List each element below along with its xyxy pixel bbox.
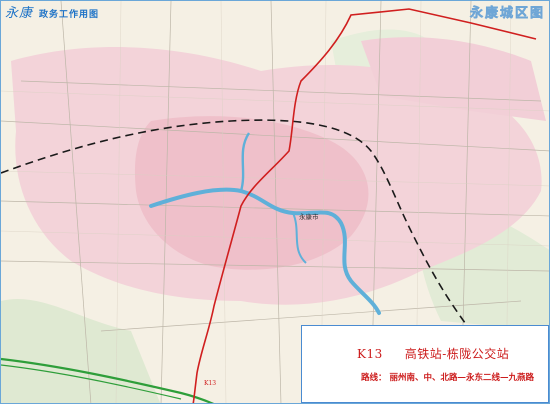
map-canvas[interactable]: 永康市 K13 永康 政务工作用图 永康城区图 K13 高铁站-栋陇公交站 路线：… (0, 0, 550, 404)
route-code: K13 (357, 347, 383, 361)
map-label-route-marker: K13 (204, 380, 217, 387)
route-path: 路线： 丽州南、中、北路—永东二线—九燕路 (361, 371, 534, 383)
map-label-center: 永康市 (299, 213, 319, 221)
route-heading: K13 高铁站-栋陇公交站 (357, 345, 509, 362)
map-subtitle: 政务工作用图 (39, 10, 100, 20)
route-path-value: 丽州南、中、北路—永东二线—九燕路 (389, 373, 534, 383)
route-info-box: K13 高铁站-栋陇公交站 路线： 丽州南、中、北路—永东二线—九燕路 (301, 325, 549, 403)
route-path-label: 路线： (361, 373, 387, 383)
region-title: 永康城区图 (469, 6, 545, 22)
route-endpoints: 高铁站-栋陇公交站 (404, 347, 510, 361)
map-brand: 永康 (5, 6, 34, 21)
map-header: 永康 政务工作用图 (5, 2, 99, 21)
